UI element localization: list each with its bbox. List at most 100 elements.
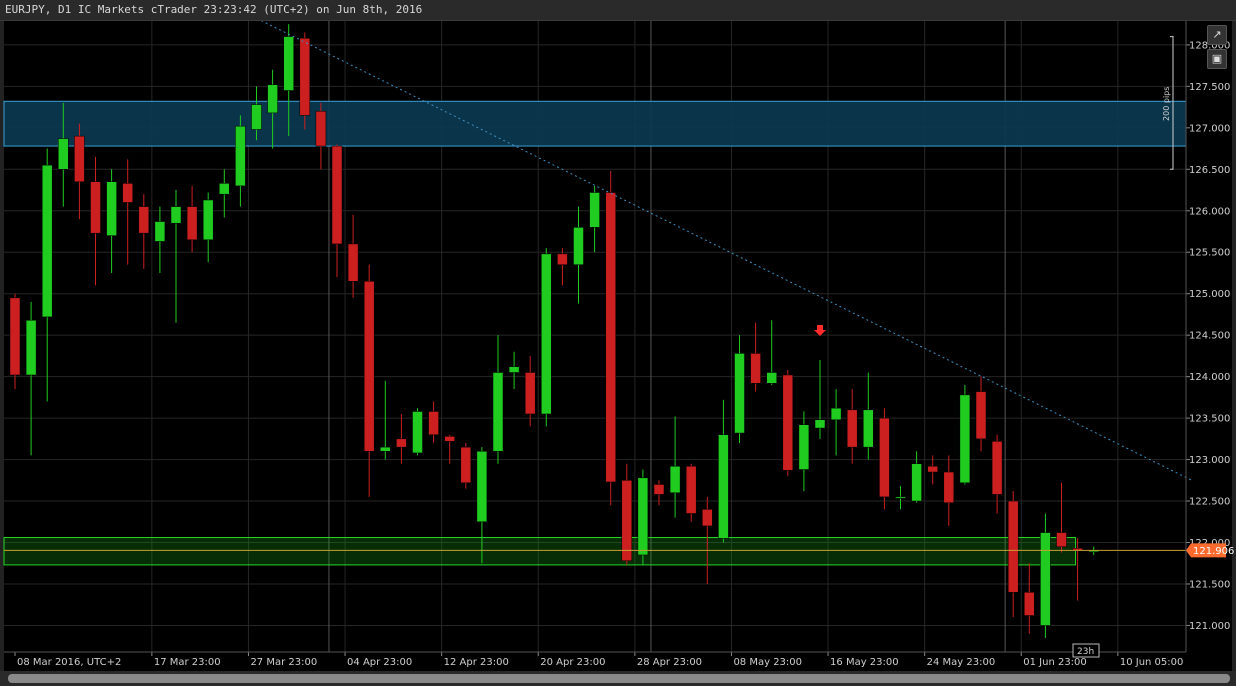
camera-icon: ▣ — [1211, 52, 1223, 65]
y-tick-label: 125.000 — [1189, 289, 1230, 300]
candle-body — [444, 436, 455, 442]
horizontal-scrollbar-thumb[interactable] — [8, 674, 1230, 683]
candle-body — [766, 372, 777, 384]
candle-body — [1056, 532, 1067, 547]
candle-body — [975, 391, 987, 440]
candle-body — [718, 434, 729, 539]
x-tick-label: 17 Mar 23:00 — [154, 657, 221, 668]
candle-body — [267, 84, 278, 114]
candle-body — [959, 394, 971, 484]
candle-body — [235, 125, 246, 187]
x-tick-label: 20 Apr 23:00 — [540, 657, 605, 668]
candle-body — [25, 319, 37, 376]
candle-body — [380, 446, 391, 452]
x-tick-label: 01 Jun 23:00 — [1023, 657, 1087, 668]
x-tick-label: 12 Apr 23:00 — [444, 657, 509, 668]
screenshot-button[interactable]: ▣ — [1207, 49, 1227, 69]
title-bar: EURJPY, D1 IC Markets cTrader 23:23:42 (… — [0, 0, 1236, 21]
candle-body — [41, 164, 53, 318]
x-tick-label: 24 May 23:00 — [927, 657, 996, 668]
external-link-icon: ↗ — [1212, 28, 1222, 41]
candle-body — [927, 465, 938, 473]
candle-body — [734, 353, 745, 434]
candle-body — [219, 183, 230, 195]
candle-body — [347, 243, 359, 282]
candle-body — [1024, 592, 1035, 616]
y-tick-label: 126.500 — [1189, 165, 1230, 176]
candle-body — [412, 411, 423, 454]
y-tick-label: 127.500 — [1189, 82, 1230, 93]
x-tick-label: 08 Mar 2016, UTC+2 — [17, 657, 121, 668]
candle-body — [541, 253, 552, 415]
candle-body — [1007, 500, 1019, 593]
candle-body — [685, 465, 697, 514]
candle-body — [879, 417, 890, 498]
candle-timer-label: 23h — [1077, 647, 1094, 657]
candle-body — [911, 463, 922, 502]
candle-body — [106, 181, 117, 236]
candle-body — [573, 227, 584, 265]
candlestick-chart[interactable]: 200 pips 121.000121.500122.000122.500123… — [0, 0, 1236, 686]
x-tick-label: 16 May 23:00 — [830, 657, 899, 668]
candle-body — [557, 253, 568, 265]
candle-body — [750, 353, 761, 384]
candle-body — [943, 471, 955, 503]
resistance-zone[interactable] — [3, 100, 1187, 147]
candle-body — [508, 366, 520, 373]
candle-body — [460, 446, 472, 484]
candle-body — [170, 206, 182, 224]
candle-body — [605, 192, 616, 483]
candle-body — [138, 206, 150, 234]
detach-button[interactable]: ↗ — [1207, 25, 1227, 45]
candle-body — [863, 409, 874, 448]
candle-body — [1040, 532, 1051, 626]
candle-body — [283, 36, 294, 91]
candle-body — [637, 477, 649, 556]
candle-body — [492, 372, 504, 452]
pip-ruler-label: 200 pips — [1162, 87, 1171, 121]
candle-body — [315, 110, 327, 147]
candle-body — [428, 411, 439, 435]
y-tick-label: 121.500 — [1189, 579, 1230, 590]
candle-body — [299, 37, 311, 116]
candle-body — [74, 135, 85, 182]
x-tick-label: 08 May 23:00 — [733, 657, 802, 668]
candle-body — [589, 192, 600, 228]
candle-body — [669, 465, 681, 494]
candle-body — [830, 407, 842, 421]
y-tick-label: 123.000 — [1189, 455, 1230, 466]
candle-body — [524, 372, 536, 415]
current-price-label: 121.906 — [1193, 546, 1234, 557]
y-tick-label: 124.500 — [1189, 331, 1230, 342]
x-tick-label: 27 Mar 23:00 — [250, 657, 317, 668]
candle-body — [9, 297, 21, 376]
y-tick-label: 125.500 — [1189, 248, 1230, 259]
candle-body — [186, 206, 198, 241]
candle-body — [621, 480, 633, 562]
candle-body — [396, 438, 407, 448]
candle-body — [363, 281, 375, 452]
candle-body — [476, 451, 488, 523]
x-tick-label: 28 Apr 23:00 — [637, 657, 702, 668]
candle-body — [702, 509, 713, 527]
candle-body — [895, 496, 906, 499]
candle-body — [991, 441, 1003, 495]
support-zone[interactable] — [3, 537, 1077, 566]
chart-title: EURJPY, D1 IC Markets cTrader 23:23:42 (… — [5, 3, 423, 16]
y-tick-label: 124.000 — [1189, 372, 1230, 383]
x-tick-label: 10 Jun 05:00 — [1120, 657, 1184, 668]
candle-body — [58, 138, 69, 170]
candle-body — [202, 199, 214, 241]
candle-body — [798, 424, 810, 470]
candle-body — [846, 409, 858, 448]
candle-body — [331, 145, 343, 245]
candle-body — [653, 484, 665, 495]
y-tick-label: 121.000 — [1189, 621, 1230, 632]
y-tick-label: 126.000 — [1189, 206, 1230, 217]
candle-body — [122, 183, 133, 203]
candle-body — [90, 181, 101, 234]
candle-body — [782, 374, 794, 471]
y-tick-label: 122.500 — [1189, 497, 1230, 508]
chart-window: 200 pips 121.000121.500122.000122.500123… — [0, 0, 1236, 686]
candle-body — [154, 221, 166, 242]
